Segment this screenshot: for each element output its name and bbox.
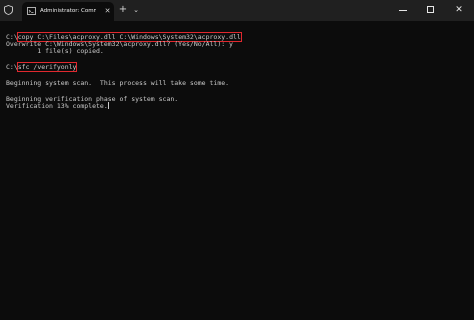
maximize-icon (427, 6, 434, 13)
text-cursor (107, 102, 109, 109)
command-line-sfc: C:\sfc /verifyonly (6, 62, 78, 72)
title-bar: Administrator: Command Prom ✕ + ⌄ ✕ (0, 0, 474, 21)
minimize-icon (399, 10, 407, 11)
close-icon: ✕ (455, 5, 463, 15)
scan-start-line: Beginning system scan. This process will… (6, 79, 230, 87)
plus-icon[interactable]: + (118, 4, 128, 16)
tab-command-prompt[interactable]: Administrator: Command Prom ✕ (22, 2, 114, 21)
highlighted-sfc-command: sfc /verifyonly (16, 62, 78, 72)
shield-icon (4, 5, 13, 15)
prompt: C:\ (6, 63, 18, 71)
minimize-button[interactable] (390, 0, 416, 21)
tab-label: Administrator: Command Prom (40, 8, 96, 14)
terminal-icon (27, 7, 36, 15)
close-window-button[interactable]: ✕ (446, 0, 472, 21)
chevron-down-icon[interactable]: ⌄ (131, 4, 141, 16)
maximize-button[interactable] (418, 0, 444, 21)
verification-progress-line: Verification 13% complete. (6, 101, 109, 111)
close-icon[interactable]: ✕ (103, 6, 112, 16)
files-copied-line: 1 file(s) copied. (6, 47, 104, 55)
verification-progress-text: Verification 13% complete. (6, 102, 108, 110)
terminal-window: Administrator: Command Prom ✕ + ⌄ ✕ C:\c… (0, 0, 474, 320)
terminal-output[interactable]: C:\copy C:\Files\acproxy.dll C:\Windows\… (0, 21, 474, 320)
